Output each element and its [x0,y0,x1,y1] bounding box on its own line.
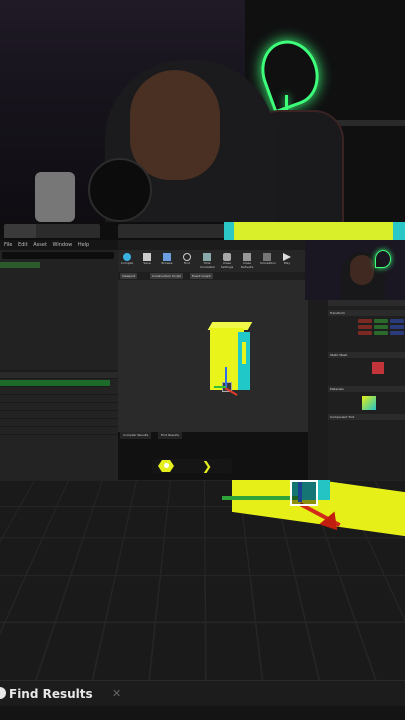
event-dispatchers-row[interactable] [0,420,118,427]
details-header [328,300,405,306]
find-results-icon [0,687,6,699]
menu-help[interactable]: Help [78,242,89,248]
bottom-panel: Compiler Results Find Results ❯ [118,432,308,480]
menu-file[interactable]: File [4,242,12,248]
add-new-button[interactable] [0,380,110,387]
scale-z-field[interactable] [390,331,404,335]
hide-unrelated-button[interactable]: Hide Unrelated [200,253,215,269]
menu-window[interactable]: Window [53,242,73,248]
details-panel: Transform Static Mesh Materials Componen… [328,300,405,480]
components-panel [0,250,118,370]
play-button[interactable]: Play [280,253,294,269]
save-button[interactable]: Save [140,253,154,269]
macros-row[interactable] [0,404,118,411]
tab-compiler-results[interactable]: Compiler Results [120,432,152,439]
zoom-preview-strip [224,222,405,240]
strip-cyan-right [393,222,405,240]
menu-edit[interactable]: Edit [18,242,28,248]
unreal-editor: File Edit Asset Window Help Compile Save [0,222,405,480]
tab-construction-script[interactable]: Construction Script [150,273,183,279]
gear-icon [223,253,231,261]
webcam-overlay [0,0,405,222]
component-row-mesh[interactable] [0,277,118,283]
pop-filter [88,158,152,222]
simulation-button[interactable]: Simulation [260,253,276,269]
location-z-field[interactable] [390,319,404,323]
class-settings-button[interactable]: Class Settings [220,253,234,269]
editor-tab-2[interactable] [36,224,72,238]
close-icon[interactable]: ✕ [112,685,121,703]
streamer-face [130,70,220,180]
variables-row[interactable] [0,412,118,419]
overlay-progress-bar: ❯ [152,459,232,473]
chevron-right-icon: ❯ [202,459,213,473]
find-icon [183,253,191,261]
rotation-x-field[interactable] [358,325,372,329]
graphs-row[interactable] [0,388,118,395]
my-blueprint-panel [0,372,118,480]
functions-row[interactable] [0,396,118,403]
location-y-field[interactable] [374,319,388,323]
editor-tab-6[interactable] [182,224,218,238]
class-defaults-button[interactable]: Class Defaults [240,253,254,269]
editor-tab-3[interactable] [68,224,100,238]
section-component-tick[interactable]: Component Tick [328,414,405,420]
compile-button[interactable]: Compile [120,253,134,269]
bottom-strip [0,706,405,720]
find-results-bar: Find Results ✕ [0,680,405,707]
local-variables-row[interactable] [0,428,118,435]
material-thumbnail[interactable] [362,396,376,410]
mini-face [350,255,374,285]
scale-x-field[interactable] [358,331,372,335]
zoomed-gizmo-square [290,480,318,506]
simulate-icon [263,253,271,261]
location-x-field[interactable] [358,319,372,323]
viewport-tabs: Viewport Construction Script Event Graph [118,272,308,280]
mini-neon-leaf [375,250,391,268]
blueprint-toolbar: Compile Save Browse Find Hide Unrelated … [118,250,308,272]
gizmo-y-axis[interactable] [214,386,226,388]
tab-find-results[interactable]: Find Results [158,432,182,439]
tab-event-graph[interactable]: Event Graph [190,273,213,279]
strip-cyan-left [224,222,234,240]
hexagon-dot [164,463,169,468]
save-icon [143,253,151,261]
browse-icon [163,253,171,261]
mesh-label-panel [242,342,246,364]
components-search[interactable] [2,252,114,259]
panel-header [0,372,118,379]
editor-tab-4[interactable] [118,224,154,238]
neon-leaf-stem [285,95,288,111]
scale-y-field[interactable] [374,331,388,335]
rotation-z-field[interactable] [390,325,404,329]
add-component-button[interactable] [0,262,40,268]
viewport[interactable]: Viewport Construction Script Event Graph [118,272,308,432]
menu-asset[interactable]: Asset [33,242,47,248]
zoomed-viewport: Find Results ✕ [0,480,405,720]
microphone [35,172,75,222]
play-icon [283,253,291,261]
menu-bar: File Edit Asset Window Help [0,240,118,250]
rotation-y-field[interactable] [374,325,388,329]
editor-tab-1[interactable] [4,224,40,238]
section-transform[interactable]: Transform [328,310,405,316]
component-row-root[interactable] [0,270,118,276]
compile-icon [123,253,131,261]
static-mesh-thumbnail[interactable] [372,362,384,374]
editor-tab-5[interactable] [150,224,186,238]
find-button[interactable]: Find [180,253,194,269]
section-static-mesh[interactable]: Static Mesh [328,352,405,358]
section-materials[interactable]: Materials [328,386,405,392]
mini-webcam [305,240,405,300]
tab-viewport[interactable]: Viewport [120,273,138,279]
browse-button[interactable]: Browse [160,253,174,269]
hide-icon [203,253,211,261]
defaults-icon [243,253,251,261]
find-results-label[interactable]: Find Results [9,685,93,703]
